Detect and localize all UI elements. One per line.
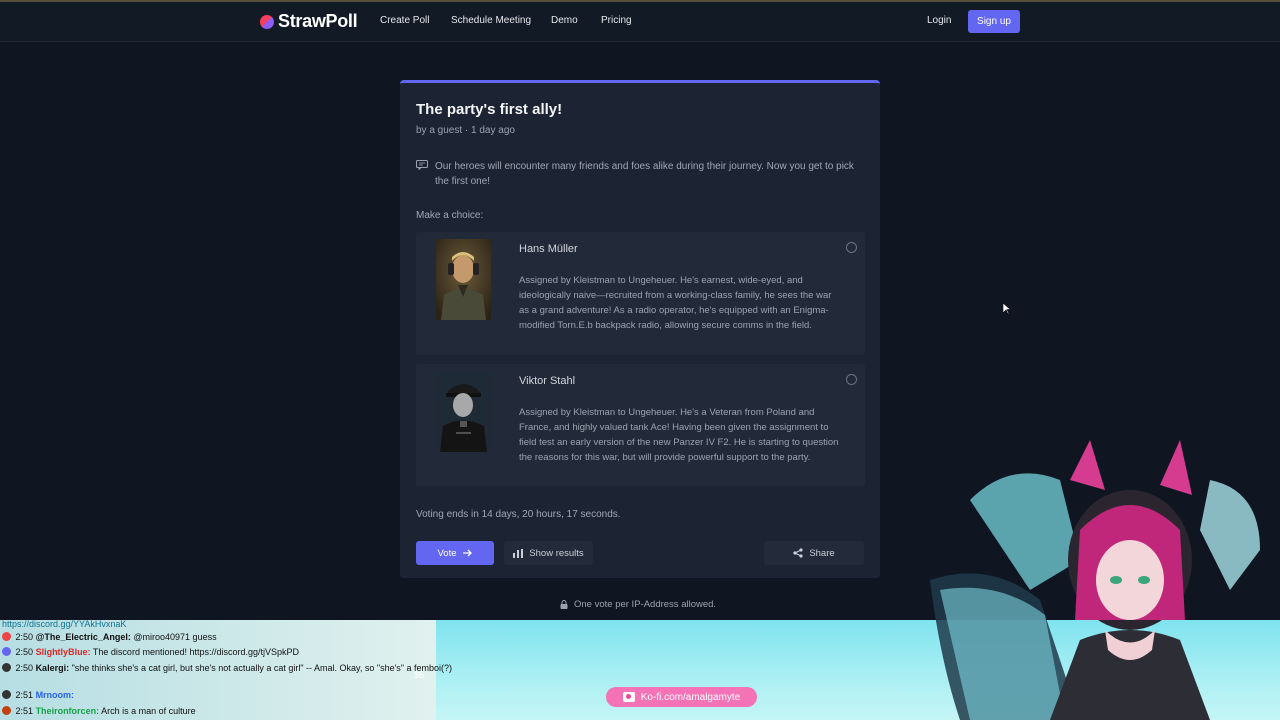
chat-discord-link[interactable]: https://discord.gg/YYAkHvxnaK [2, 619, 126, 629]
youtube-icon [2, 632, 11, 641]
show-results-label: Show results [529, 547, 584, 559]
option-portrait [436, 371, 491, 452]
nav-create-poll[interactable]: Create Poll [380, 15, 429, 26]
signup-button[interactable]: Sign up [968, 10, 1020, 33]
login-link[interactable]: Login [927, 15, 951, 26]
user-icon [2, 663, 11, 672]
user-icon [2, 706, 11, 715]
option-portrait [436, 239, 491, 320]
option-description: Assigned by Kleistman to Ungeheuer. He's… [519, 275, 832, 331]
voting-ends-text: Voting ends in 14 days, 20 hours, 17 sec… [416, 509, 621, 520]
ip-note-text: One vote per IP-Address allowed. [574, 599, 717, 610]
poll-card: The party's first ally! by a guest · 1 d… [400, 80, 880, 578]
share-button[interactable]: Share [764, 541, 864, 565]
strawpoll-logo[interactable]: StrawPoll [260, 11, 358, 32]
bar-chart-icon [513, 548, 524, 558]
vote-label: Vote [437, 547, 457, 559]
nav-schedule-meeting[interactable]: Schedule Meeting [451, 15, 531, 26]
option-description: Assigned by Kleistman to Ungeheuer. He's… [519, 407, 839, 463]
kofi-text: Ko-fi.com/amalgamyte [640, 691, 741, 703]
user-icon [2, 690, 11, 699]
chat-message: 2:51 Theironforcen: Arch is a man of cul… [2, 706, 196, 716]
poll-description: Our heroes will encounter many friends a… [435, 161, 854, 187]
poll-option[interactable]: Hans Müller Assigned by Kleistman to Ung… [416, 232, 865, 355]
arrow-right-icon [462, 549, 472, 557]
option-name: Viktor Stahl [519, 375, 576, 387]
option-radio[interactable] [846, 242, 857, 253]
strawpoll-logo-icon [260, 14, 274, 29]
nav-pricing[interactable]: Pricing [601, 15, 632, 26]
chat-message: 2:50 SlightlyBlue: The discord mentioned… [2, 647, 299, 657]
poll-option[interactable]: Viktor Stahl Assigned by Kleistman to Un… [416, 364, 865, 486]
option-radio[interactable] [846, 374, 857, 385]
vtuber-avatar [930, 440, 1260, 720]
vote-button[interactable]: Vote [416, 541, 494, 565]
share-icon [793, 548, 803, 558]
show-results-button[interactable]: Show results [504, 541, 593, 565]
comment-icon [416, 160, 428, 170]
mouse-cursor-icon [1003, 303, 1011, 315]
nav-demo[interactable]: Demo [551, 15, 578, 26]
kofi-cup-icon [622, 692, 635, 702]
twitch-icon [2, 647, 11, 656]
chat-message: 2:50 Kalergi: "she thinks she's a cat gi… [2, 663, 452, 673]
chat-message: 2:50 @The_Electric_Angel: @miroo40971 gu… [2, 632, 217, 642]
ip-note: One vote per IP-Address allowed. [560, 599, 716, 610]
top-accent-line [0, 0, 1280, 2]
chat-message: 2:51 Mrnoom: [2, 690, 74, 700]
option-name: Hans Müller [519, 243, 578, 255]
donation-amount: $5 [414, 670, 425, 680]
poll-title: The party's first ally! [416, 101, 563, 118]
share-label: Share [809, 547, 835, 559]
logo-text: StrawPoll [278, 11, 358, 31]
top-navbar: StrawPoll Create Poll Schedule Meeting D… [0, 0, 1280, 42]
poll-meta: by a guest · 1 day ago [416, 125, 515, 136]
lock-icon [560, 600, 568, 609]
kofi-banner[interactable]: Ko-fi.com/amalgamyte [606, 687, 757, 707]
choice-label: Make a choice: [416, 210, 484, 221]
